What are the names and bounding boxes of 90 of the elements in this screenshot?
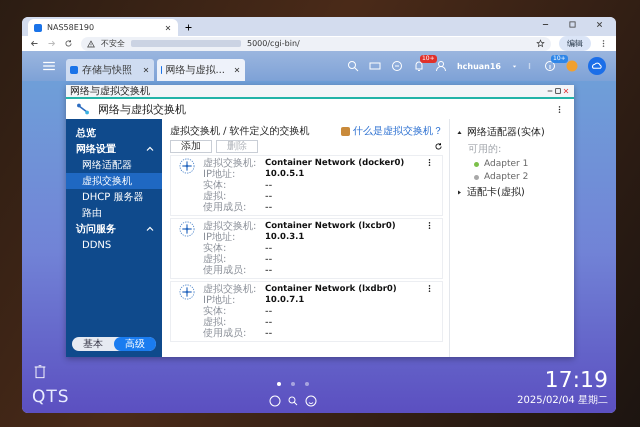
field-value: --	[265, 191, 274, 202]
field-value: --	[265, 306, 274, 317]
refresh-icon[interactable]	[434, 142, 443, 150]
close-tab-icon[interactable]	[233, 66, 241, 74]
field-value: Container Network (lxdbr0)	[265, 284, 398, 295]
field-label: 实体:	[203, 180, 228, 191]
help-link[interactable]: 什么是虚拟交换机？	[341, 124, 443, 138]
network-switch-icon	[179, 158, 195, 174]
qts-logo: QTS	[32, 387, 70, 407]
adapter-group-label[interactable]: 网络适配器(实体)	[467, 125, 545, 139]
field-value: --	[265, 180, 274, 191]
sidebar-item[interactable]: DHCP 服务器	[66, 189, 162, 205]
field-label: IP地址:	[203, 295, 236, 306]
sidebar-item[interactable]: 虚拟交换机	[66, 173, 162, 189]
add-button[interactable]: 添加	[170, 140, 212, 152]
bell-icon[interactable]	[412, 60, 425, 72]
field-label: 虚拟交换机:	[203, 284, 258, 295]
profile-button[interactable]: 编辑	[559, 36, 591, 51]
network-switch-icon	[179, 221, 195, 237]
sidebar-item[interactable]: 访问服务	[66, 221, 162, 237]
adapter-group-label[interactable]: 适配卡(虚拟)	[467, 185, 525, 199]
field-value: Container Network (docker0)	[265, 158, 406, 169]
close-tab-icon[interactable]	[142, 66, 150, 74]
maximize-icon[interactable]	[568, 20, 577, 29]
window-title: 网络与虚拟交换机	[98, 102, 186, 116]
info-icon[interactable]	[544, 60, 556, 72]
adapter-name: Adapter 1	[484, 159, 528, 169]
maximize-icon[interactable]	[554, 87, 562, 95]
field-label: 实体:	[203, 306, 228, 317]
warning-icon	[87, 40, 95, 48]
site-icon	[34, 24, 42, 32]
field-label: 实体:	[203, 243, 228, 254]
field-label: 虚拟交换机:	[203, 158, 258, 169]
address-bar[interactable]: 不安全 5000/cgi-bin/	[81, 36, 551, 50]
chevron-up-icon	[146, 225, 154, 233]
field-value: --	[265, 254, 274, 265]
sidebar-item[interactable]: 总览	[66, 125, 162, 141]
back-icon[interactable]	[30, 39, 39, 48]
field-label: 使用成员:	[203, 202, 248, 213]
expand-icon[interactable]	[456, 188, 463, 196]
chevron-up-icon	[146, 145, 154, 153]
sidebar-item[interactable]: 路由	[66, 205, 162, 221]
page-dot[interactable]	[277, 382, 282, 386]
field-value: 10.0.7.1	[265, 295, 306, 306]
sidebar-item[interactable]: 网络设置	[66, 141, 162, 157]
field-label: 虚拟:	[203, 254, 226, 265]
close-tab-icon[interactable]	[164, 24, 172, 32]
sidebar-item[interactable]: DDNS	[66, 237, 162, 253]
field-value: --	[265, 243, 274, 254]
section-heading: 虚拟交换机 / 软件定义的交换机	[170, 124, 310, 138]
field-label: 虚拟:	[203, 191, 226, 202]
field-label: 使用成员:	[203, 328, 248, 339]
network-icon	[76, 102, 90, 116]
page-dot[interactable]	[305, 382, 310, 386]
close-icon[interactable]	[595, 20, 604, 29]
mode-option[interactable]: 高级	[114, 337, 156, 351]
field-value: --	[265, 202, 274, 213]
field-label: IP地址:	[203, 232, 236, 243]
available-label: 可用的:	[467, 143, 502, 156]
collapse-icon[interactable]	[456, 128, 463, 136]
adapter-name: Adapter 2	[484, 172, 528, 182]
field-value: --	[265, 265, 274, 276]
field-value: 10.0.3.1	[265, 232, 306, 243]
close-icon[interactable]	[562, 87, 570, 95]
field-label: 虚拟:	[203, 317, 226, 328]
field-label: IP地址:	[203, 169, 236, 180]
field-label: 使用成员:	[203, 265, 248, 276]
window-caption: 网络与虚拟交换机	[70, 84, 150, 98]
field-value: --	[265, 328, 274, 339]
security-label: 不安全	[101, 38, 125, 49]
clock-date: 2025/02/04 星期二	[517, 394, 608, 407]
star-icon[interactable]	[536, 39, 545, 48]
app-tab[interactable]: 网络与虚拟...	[157, 59, 245, 81]
page-dot[interactable]	[291, 382, 296, 386]
smiley-icon[interactable]	[305, 395, 318, 407]
field-label: 虚拟交换机:	[203, 221, 258, 232]
network-switch-icon	[179, 284, 195, 300]
app-tab[interactable]: 存储与快照	[66, 59, 154, 81]
browser-tab[interactable]: NAS58E190	[28, 19, 178, 36]
url-text: 5000/cgi-bin/	[247, 39, 300, 48]
search-icon[interactable]	[287, 395, 300, 407]
field-value: Container Network (lxcbr0)	[265, 221, 397, 232]
field-value: 10.0.5.1	[265, 169, 306, 180]
clock-time: 17:19	[544, 368, 608, 393]
reload-icon[interactable]	[64, 39, 73, 48]
new-tab-icon[interactable]	[184, 23, 193, 32]
user-icon[interactable]	[434, 60, 447, 72]
sidebar-item[interactable]: 网络适配器	[66, 157, 162, 173]
field-value: --	[265, 317, 274, 328]
mode-option[interactable]: 基本	[72, 337, 114, 351]
